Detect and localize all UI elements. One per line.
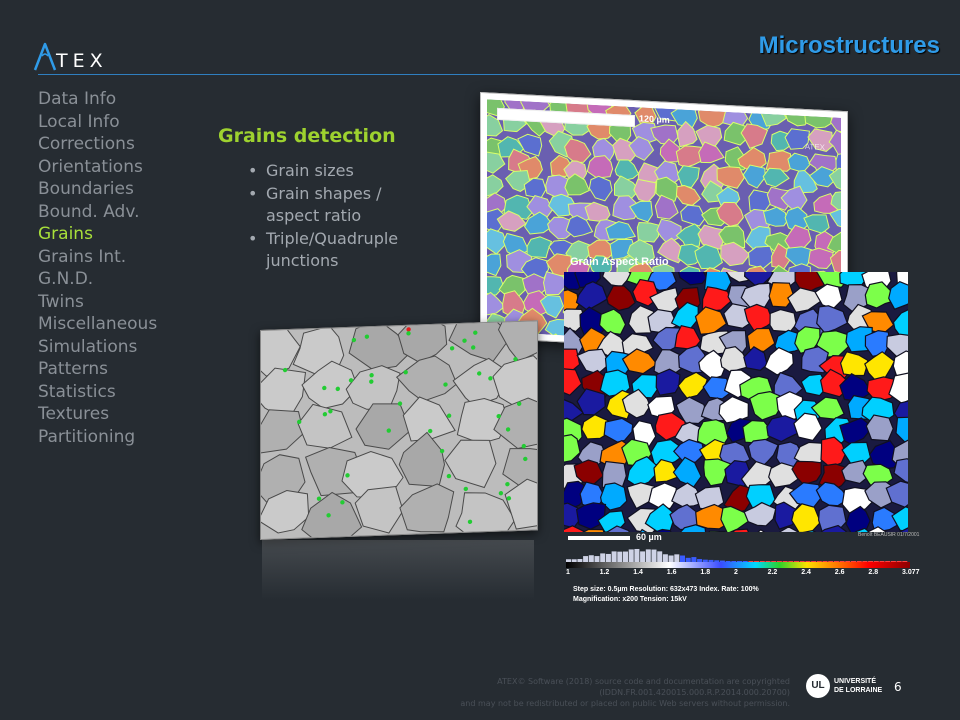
section-nav: Data Info Local Info Corrections Orientatio…	[38, 88, 157, 448]
university-line-1: UNIVERSITÉ	[834, 678, 877, 685]
nav-item-orientations[interactable]: Orientations	[38, 156, 157, 179]
section-title: Grains detection	[218, 125, 396, 147]
feature-bullet: Triple/Quadruple junctions	[248, 228, 438, 273]
aspect-ratio-map-image	[564, 272, 908, 532]
colorbar-tick-label: 1.6	[666, 569, 677, 576]
title-divider	[38, 74, 960, 75]
nav-item-boundaries[interactable]: Boundaries	[38, 178, 157, 201]
map-scale-label: 120 µm	[639, 113, 670, 125]
nav-item-corrections[interactable]: Corrections	[38, 133, 157, 156]
aspect-ratio-grains	[564, 272, 908, 532]
acquisition-info-line1: Step size: 0.5µm Resolution: 632x473 Ind…	[573, 586, 759, 593]
page-title: Microstructures	[758, 32, 940, 59]
nav-item-bound-adv[interactable]: Bound. Adv.	[38, 201, 157, 224]
colorbar-ticks: 1 1.2 1.4 1.6 1.8 2 2.2 2.4 2.6 2.8 3.077	[562, 569, 920, 581]
aspect-credit: Benoît BEAUSIR 01/7/2001	[858, 532, 920, 538]
copyright-notice: ATEX© Software (2018) source code and do…	[310, 676, 790, 709]
colorbar-tick-label: 3.077	[902, 569, 920, 576]
nav-item-textures[interactable]: Textures	[38, 403, 157, 426]
colorbar-tick-label: 2	[734, 569, 738, 576]
nav-item-miscellaneous[interactable]: Miscellaneous	[38, 313, 157, 336]
nav-item-patterns[interactable]: Patterns	[38, 358, 157, 381]
logo-text: TEX	[56, 50, 108, 72]
image-reflection	[262, 540, 534, 600]
colorbar-tick-label: 2.2	[767, 569, 778, 576]
nav-item-simulations[interactable]: Simulations	[38, 336, 157, 359]
nav-item-grains[interactable]: Grains	[38, 223, 157, 246]
aspect-colorbar	[566, 562, 910, 568]
feature-list: Grain sizesGrain shapes / aspect ratioTr…	[248, 160, 438, 273]
colorbar-tick-label: 1.2	[599, 569, 610, 576]
nav-item-data-info[interactable]: Data Info	[38, 88, 157, 111]
page-number: 6	[894, 680, 902, 694]
colorbar-tick-label: 2.6	[834, 569, 845, 576]
nav-item-g-n-d[interactable]: G.N.D.	[38, 268, 157, 291]
map-watermark: ATEX	[804, 142, 825, 153]
university-logo-icon: UL	[806, 674, 830, 698]
colorbar-tick-label: 1.4	[633, 569, 643, 576]
feature-bullet: Grain shapes / aspect ratio	[248, 183, 438, 228]
colorbar-tick-label: 1	[566, 569, 570, 576]
nav-item-partitioning[interactable]: Partitioning	[38, 426, 157, 449]
university-line-2: DE LORRAINE	[834, 687, 883, 694]
acquisition-info-line2: Magnification: x200 Tension: 15kV	[573, 596, 687, 603]
aspect-scale-label: 60 µm	[636, 532, 662, 542]
colorbar-tick-label: 1.8	[700, 569, 711, 576]
feature-bullet: Grain sizes	[248, 160, 438, 183]
copyright-line-2: and may not be redistributed or placed o…	[460, 699, 790, 708]
colorbar-tick-label: 2.8	[868, 569, 879, 576]
aspect-ratio-title: Grain Aspect Ratio	[570, 256, 669, 268]
aspect-histogram	[566, 548, 908, 562]
aspect-scale-bar	[568, 536, 630, 540]
colorbar-tick-label: 2.4	[801, 569, 811, 576]
nav-item-twins[interactable]: Twins	[38, 291, 157, 314]
nav-item-local-info[interactable]: Local Info	[38, 111, 157, 134]
junctions-micrograph-image	[260, 320, 538, 540]
junction-network	[260, 320, 538, 540]
university-name: UNIVERSITÉ DE LORRAINE	[834, 677, 882, 695]
nav-item-statistics[interactable]: Statistics	[38, 381, 157, 404]
nav-item-grains-int[interactable]: Grains Int.	[38, 246, 157, 269]
copyright-line-1: ATEX© Software (2018) source code and do…	[497, 677, 790, 697]
